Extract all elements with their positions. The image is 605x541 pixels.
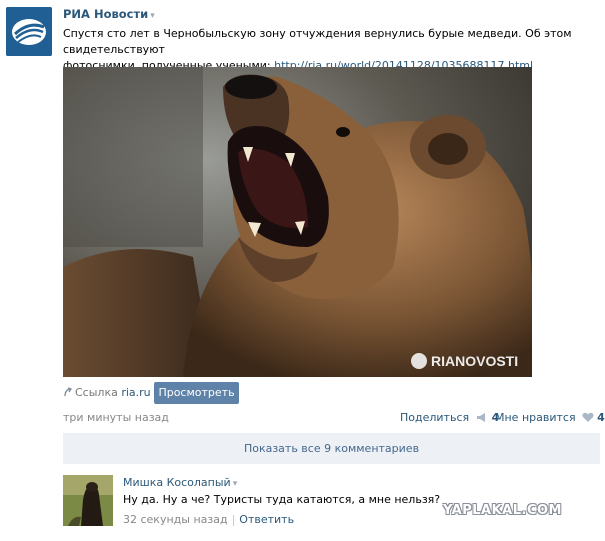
- like-label[interactable]: Мне нравится: [495, 411, 576, 424]
- like-count: 41: [597, 411, 605, 424]
- comment-separator: |: [231, 513, 236, 526]
- like-button[interactable]: Мне нравится 41: [495, 411, 605, 424]
- comment-author[interactable]: Мишка Косолапый ▾: [123, 476, 237, 489]
- ria-logo-icon: [6, 7, 52, 56]
- view-button[interactable]: Просмотреть: [154, 382, 239, 404]
- post-author-name[interactable]: РИА Новости: [63, 7, 148, 21]
- author-avatar[interactable]: [6, 7, 52, 56]
- attachment-label: Ссылка: [75, 386, 118, 399]
- bear-photo-image: RIANOVOSTI: [63, 67, 532, 377]
- attachment-domain[interactable]: ria.ru: [121, 386, 150, 399]
- comment-time[interactable]: 32 секунды назад: [123, 513, 228, 526]
- link-arrow-icon: [64, 387, 73, 397]
- share-label[interactable]: Поделиться: [400, 411, 469, 424]
- comment-text: Ну да. Ну а че? Туристы туда катаются, а…: [123, 493, 441, 506]
- heart-icon: [582, 412, 594, 422]
- comment-author-name[interactable]: Мишка Косолапый: [123, 476, 231, 489]
- share-button[interactable]: Поделиться 4: [400, 411, 499, 424]
- comment-meta: 32 секунды назад | Ответить: [123, 513, 294, 526]
- post-author[interactable]: РИА Новости ▾: [63, 7, 155, 21]
- post-time[interactable]: три минуты назад: [63, 411, 169, 424]
- comment-menu-arrow-icon[interactable]: ▾: [233, 479, 238, 489]
- attachment-link[interactable]: Ссылка ria.ru: [63, 386, 151, 399]
- photo-watermark: RIANOVOSTI: [431, 353, 518, 369]
- author-menu-arrow-icon[interactable]: ▾: [150, 11, 155, 21]
- comment-reply-button[interactable]: Ответить: [239, 513, 294, 526]
- show-all-comments-button[interactable]: Показать все 9 комментариев: [63, 433, 600, 464]
- speaker-icon: [476, 413, 485, 422]
- post-text-line1: Спустя сто лет в Чернобыльскую зону отчу…: [63, 27, 572, 56]
- comment-author-avatar[interactable]: [63, 475, 113, 526]
- site-watermark: YAPLAKAL.COM: [443, 503, 562, 518]
- post-photo[interactable]: RIANOVOSTI: [63, 67, 532, 377]
- bear-avatar-image: [63, 475, 113, 526]
